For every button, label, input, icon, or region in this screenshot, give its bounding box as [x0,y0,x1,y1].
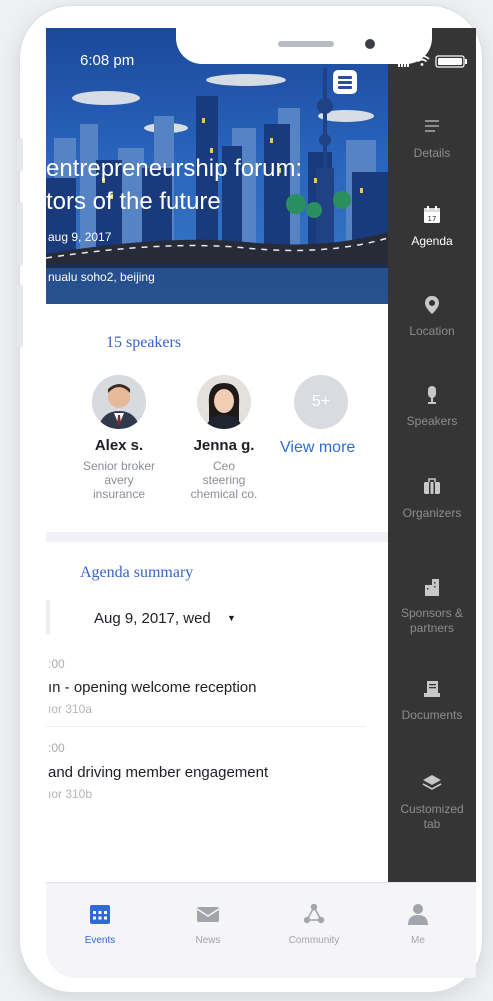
speaker-avatar [197,375,251,429]
layers-icon [422,775,442,790]
tab-label: Community [288,935,340,946]
speaker-role-line: avery [104,473,134,487]
tab-label: News [195,935,221,946]
view-more-speakers-link[interactable]: View more [280,439,355,457]
side-navigation-panel: Details 17 Agenda Location Speakers Orga… [388,28,476,882]
side-nav-label: Organizers [402,506,462,520]
speakers-card: 15 speakers Alex s. Senior broker avery … [46,304,388,532]
agenda-item-room: ıor 310b [48,787,93,801]
location-pin-icon [425,296,439,314]
side-nav-label: Customized [400,802,464,816]
calendar-icon-day: 17 [428,215,437,223]
calendar-icon: 17 [424,206,440,223]
side-nav-organizers[interactable]: Organizers [388,476,476,521]
speaker-photo-icon [92,375,146,429]
event-title: entrepreneurship forum: tors of the futu… [46,152,302,218]
network-icon [303,903,325,924]
speaker-avatar [92,375,146,429]
person-icon [408,904,428,925]
details-icon [425,120,439,132]
side-nav-label: Location [409,324,455,338]
dropdown-caret-icon: ▼ [226,613,236,623]
side-nav-speakers[interactable]: Speakers [388,384,476,429]
speakers-section-title: 15 speakers [106,334,182,351]
agenda-item-time: :00 [48,741,65,755]
side-nav-label: tab [423,817,441,831]
agenda-summary-card: Agenda summary Aug 9, 2017, wed ▼ :00 ın… [46,542,388,882]
app-screen: 6:08 pm entrepreneurship forum: tors of … [46,28,476,978]
agenda-item-time: :00 [48,657,65,671]
date-selector-dropdown[interactable]: Aug 9, 2017, wed ▼ [94,610,236,627]
speaker-card[interactable]: Alex s. Senior broker avery insurance [60,375,178,501]
agenda-item-title: and driving member engagement [48,764,269,781]
side-nav-agenda[interactable]: 17 Agenda [388,204,476,249]
speaker-role-line: insurance [92,487,146,501]
event-title-line-1: entrepreneurship forum: [46,155,303,182]
bottom-tab-bar: Events News Community Me [46,882,476,978]
section-divider [46,532,388,542]
side-nav-label: Agenda [411,234,453,248]
event-date: aug 9, 2017 [48,230,112,244]
speaker-role-line: chemical co. [190,487,258,501]
side-nav-label: Speakers [406,414,458,428]
briefcase-icon [424,478,440,494]
envelope-icon [196,907,220,922]
speaker-name: Jenna g. [193,437,255,454]
front-camera [365,39,375,49]
date-selector-tab-edge [46,600,50,634]
side-nav-documents[interactable]: Documents [388,678,476,723]
phone-notch [176,28,432,64]
phone-side-button [17,138,23,172]
side-nav-customized-tab[interactable]: Customized tab [388,772,476,832]
event-title-line-2: tors of the future [46,188,221,215]
speaker-role: Senior broker avery insurance [60,459,178,501]
tab-label: Events [84,935,116,946]
phone-volume-down-button [17,284,23,348]
status-bar-time: 6:08 pm [80,52,135,69]
documents-icon [424,681,440,697]
speaker-card[interactable]: Jenna g. Ceo steering chemical co. [164,375,284,501]
calendar-grid-icon [90,905,110,924]
side-nav-label: Documents [401,708,463,722]
tab-events[interactable]: Events [60,901,140,946]
side-nav-location[interactable]: Location [388,294,476,339]
agenda-item-room: ıor 310a [48,702,93,716]
side-nav-label: partners [409,621,455,635]
tab-me[interactable]: Me [378,901,458,946]
side-nav-sponsors[interactable]: Sponsors & partners [388,576,476,636]
speaker-name: Alex s. [94,437,144,454]
date-selector-value: Aug 9, 2017, wed [94,610,211,627]
agenda-item-divider [46,726,366,727]
tab-label: Me [411,935,425,946]
buildings-icon [425,579,439,596]
side-nav-details[interactable]: Details [388,116,476,161]
event-location: nualu soho2, beijing [48,270,155,284]
earpiece-speaker [278,41,334,47]
tab-news[interactable]: News [168,901,248,946]
more-speakers-badge[interactable]: 5+ [294,375,348,429]
battery-icon [435,55,467,68]
speaker-role-line: Senior broker [82,459,156,473]
speaker-role: Ceo steering chemical co. [164,459,284,501]
tab-community[interactable]: Community [274,901,354,946]
hamburger-menu-icon[interactable] [333,70,357,94]
event-hero-banner[interactable]: 6:08 pm entrepreneurship forum: tors of … [46,28,388,304]
phone-volume-up-button [17,202,23,266]
microphone-icon [428,386,436,404]
speaker-role-line: Ceo [212,459,235,473]
side-nav-label: Details [413,146,451,160]
side-nav-label: Sponsors & [400,606,464,620]
speaker-role-line: steering [202,473,246,487]
speaker-photo-icon [197,375,251,429]
agenda-section-title: Agenda summary [80,564,194,581]
agenda-item-title: ın - opening welcome reception [48,679,257,696]
